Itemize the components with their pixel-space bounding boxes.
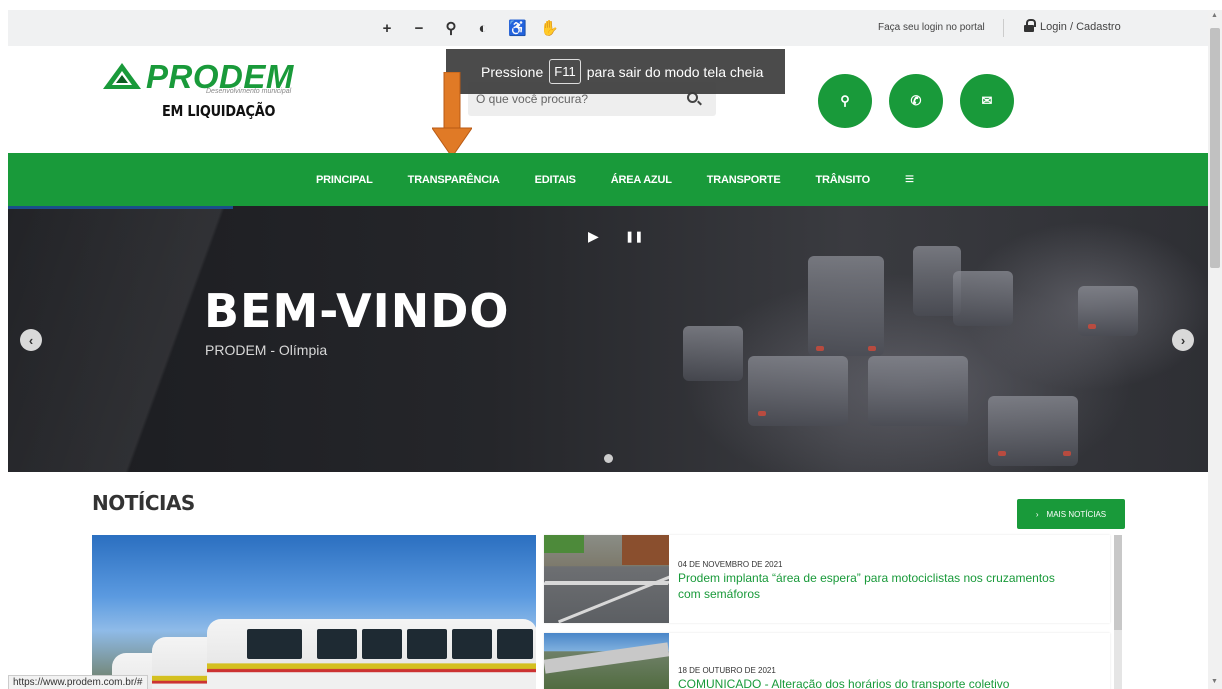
fullscreen-notice-after: para sair do modo tela cheia	[586, 63, 764, 80]
nav-item-area-azul[interactable]: ÁREA AZUL	[611, 174, 672, 186]
thumbnail-building	[622, 535, 669, 565]
background-car	[808, 256, 884, 356]
fullscreen-notice-before: Pressione	[481, 63, 544, 80]
contrast-icon[interactable]: ◐	[476, 20, 490, 37]
news-item[interactable]: 18 DE OUTUBRO DE 2021 COMUNICADO - Alter…	[544, 633, 1110, 689]
nav-item-principal[interactable]: PRINCIPAL	[316, 174, 373, 186]
news-section-title: NOTÍCIAS	[92, 491, 195, 515]
bus-window	[497, 629, 533, 659]
logo-subtitle: EM LIQUIDAÇÃO	[162, 102, 276, 120]
main-nav: PRINCIPAL TRANSPARÊNCIA EDITAIS ÁREA AZU…	[8, 153, 1208, 206]
tail-light	[1063, 451, 1071, 456]
wheelchair-icon[interactable]: ♿	[508, 19, 527, 37]
news-headline[interactable]: Prodem implanta “área de espera” para mo…	[678, 570, 1078, 602]
news-date: 04 DE NOVEMBRO DE 2021	[678, 560, 783, 569]
pause-icon[interactable]: ❚❚	[625, 230, 643, 243]
bus-image	[207, 619, 536, 689]
browser-viewport: + − ⚲ ◐ ♿ ✋ Faça seu login no portal Log…	[0, 0, 1222, 689]
map-marker-button[interactable]: ⚲	[818, 74, 872, 128]
hero-title: BEM-VINDO	[204, 284, 510, 338]
phone-icon: ✆	[910, 93, 922, 108]
zoom-in-icon[interactable]: +	[380, 20, 394, 37]
sign-language-icon[interactable]: ✋	[540, 19, 559, 37]
news-thumbnail	[544, 633, 669, 689]
thumbnail-tree	[544, 535, 584, 553]
carousel-next-button[interactable]: ›	[1172, 329, 1194, 351]
logo-mark-icon	[103, 63, 141, 89]
email-button[interactable]: ✉	[960, 74, 1014, 128]
hamburger-menu-icon[interactable]: ≡	[905, 171, 914, 189]
annotation-arrow-icon	[432, 72, 472, 158]
news-thumbnail	[544, 535, 669, 623]
tail-light	[868, 346, 876, 351]
login-hint: Faça seu login no portal	[878, 22, 985, 33]
nav-item-transparencia[interactable]: TRANSPARÊNCIA	[408, 174, 500, 186]
scroll-up-icon[interactable]: ▲	[1211, 12, 1218, 19]
carousel-prev-button[interactable]: ‹	[20, 329, 42, 351]
more-news-button[interactable]: › MAIS NOTÍCIAS	[1017, 499, 1125, 529]
more-news-label: MAIS NOTÍCIAS	[1046, 509, 1107, 519]
news-item[interactable]: 04 DE NOVEMBRO DE 2021 Prodem implanta “…	[544, 535, 1110, 623]
thumbnail-roof	[544, 642, 669, 674]
window-scrollbar-thumb[interactable]	[1210, 28, 1220, 268]
tail-light	[758, 411, 766, 416]
nav-item-transporte[interactable]: TRANSPORTE	[707, 174, 781, 186]
nav-item-transito[interactable]: TRÂNSITO	[816, 174, 871, 186]
location-icon[interactable]: ⚲	[444, 19, 458, 37]
background-car	[1078, 286, 1138, 336]
lock-icon	[1024, 19, 1036, 32]
background-car	[683, 326, 743, 381]
hero-decoration	[8, 206, 268, 472]
status-url: https://www.prodem.com.br/#	[8, 675, 148, 689]
bus-window	[317, 629, 357, 659]
fullscreen-notice: Pressione F11 para sair do modo tela che…	[446, 49, 785, 94]
chevron-right-icon: ›	[1035, 509, 1039, 519]
hero-subtitle: PRODEM - Olímpia	[205, 342, 328, 358]
logo-tagline: Desenvolvimento municipal	[206, 88, 292, 95]
chevron-right-icon: ›	[1180, 332, 1186, 348]
nav-items: PRINCIPAL TRANSPARÊNCIA EDITAIS ÁREA AZU…	[316, 153, 914, 206]
tail-light	[998, 451, 1006, 456]
zoom-out-icon[interactable]: −	[412, 20, 426, 37]
tail-light	[816, 346, 824, 351]
bus-window	[452, 629, 492, 659]
nav-item-editais[interactable]: EDITAIS	[535, 174, 576, 186]
scroll-down-icon[interactable]: ▼	[1211, 678, 1218, 685]
tail-light	[1088, 324, 1096, 329]
news-date: 18 DE OUTUBRO DE 2021	[678, 666, 776, 675]
news-scrollbar-thumb[interactable]	[1114, 535, 1122, 630]
fullscreen-key: F11	[549, 59, 581, 84]
hero-banner: BEM-VINDO PRODEM - Olímpia ▶ ❚❚ ‹ ›	[8, 206, 1208, 472]
slide-progress-bar	[8, 206, 233, 209]
phone-button[interactable]: ✆	[889, 74, 943, 128]
bus-window	[247, 629, 302, 659]
map-marker-icon: ⚲	[840, 93, 850, 108]
bus-window	[407, 629, 447, 659]
bus-window	[362, 629, 402, 659]
carousel-indicator[interactable]	[604, 454, 613, 463]
featured-news-image[interactable]	[92, 535, 536, 689]
accessibility-tools: + − ⚲ ◐ ♿ ✋	[380, 10, 559, 46]
accessibility-bar: + − ⚲ ◐ ♿ ✋ Faça seu login no portal Log…	[8, 10, 1208, 46]
divider	[1003, 19, 1004, 37]
envelope-icon: ✉	[981, 93, 993, 108]
login-link-label: Login / Cadastro	[1040, 21, 1121, 33]
logo[interactable]: PRODEM Desenvolvimento municipal EM LIQU…	[98, 58, 308, 128]
login-link[interactable]: Login / Cadastro	[1024, 19, 1121, 33]
news-headline[interactable]: COMUNICADO - Alteração dos horários do t…	[678, 676, 1078, 689]
background-car	[868, 356, 968, 426]
background-car	[953, 271, 1013, 326]
play-icon[interactable]: ▶	[588, 228, 599, 245]
chevron-left-icon: ‹	[28, 332, 34, 348]
